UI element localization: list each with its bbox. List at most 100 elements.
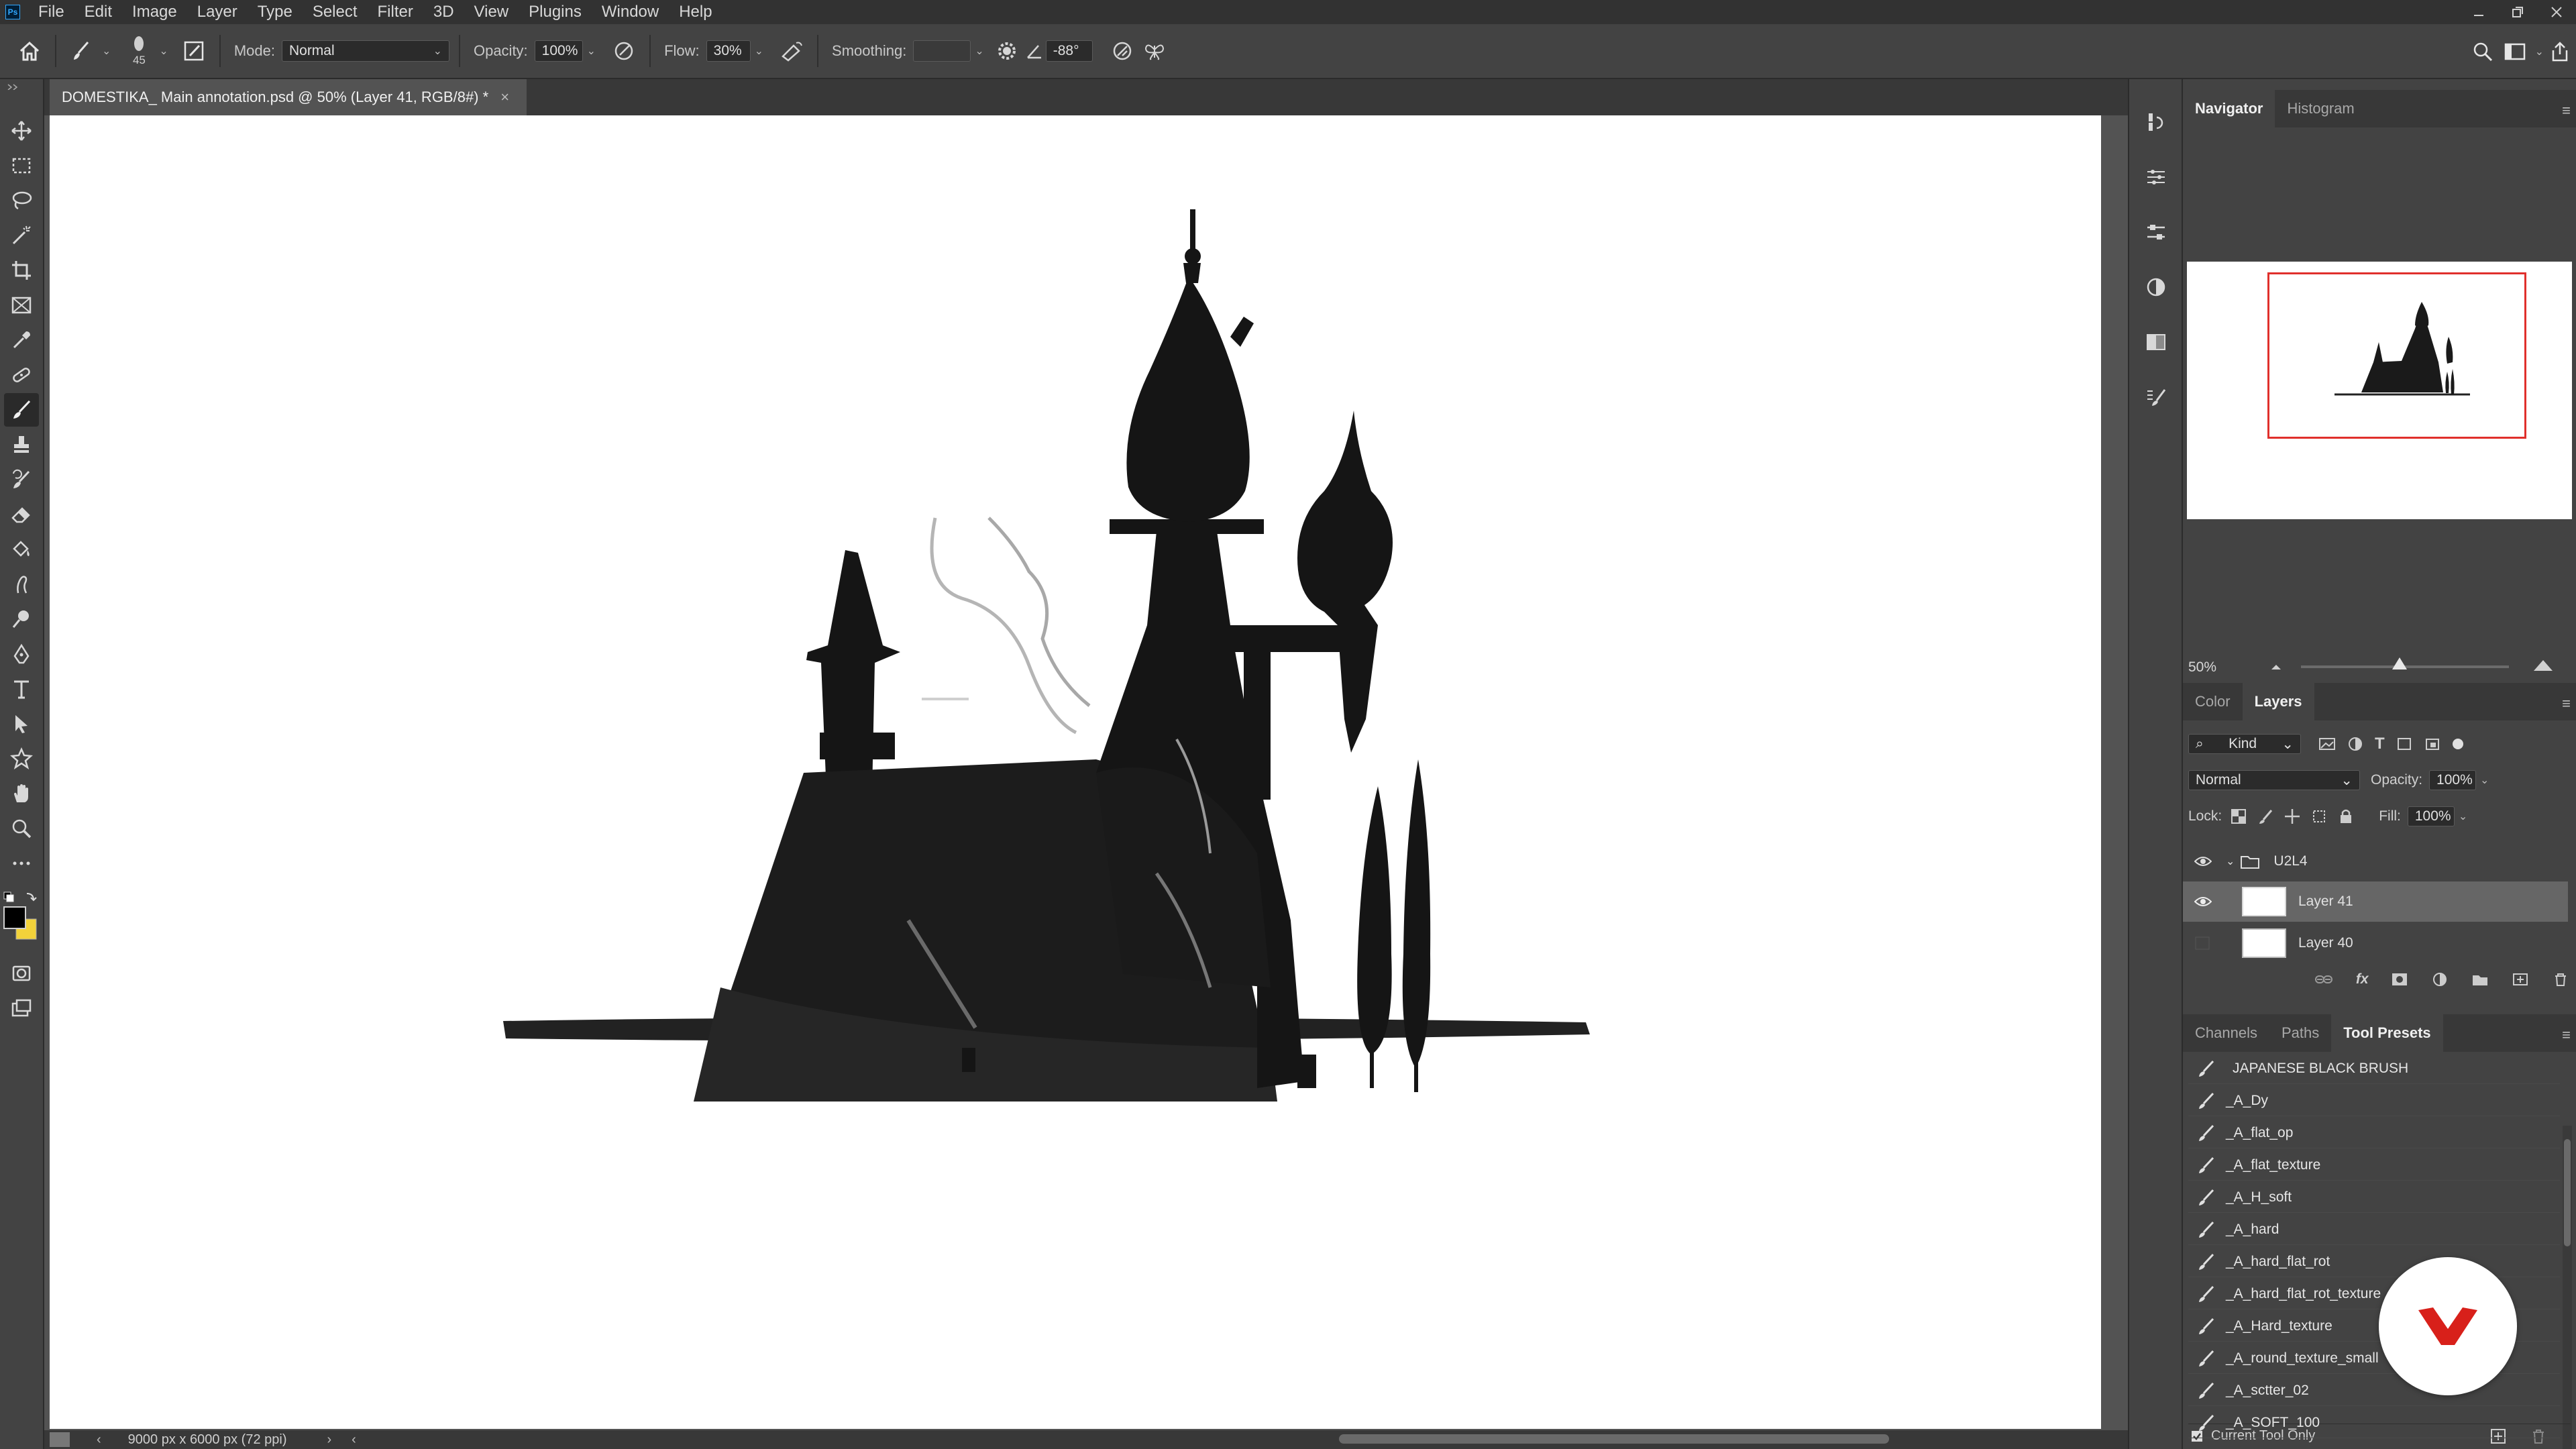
menu-type[interactable]: Type bbox=[248, 0, 303, 24]
new-group-folder-icon[interactable] bbox=[2471, 972, 2489, 987]
workspace-switcher-icon[interactable] bbox=[2499, 36, 2531, 68]
eraser-tool-icon[interactable] bbox=[4, 498, 39, 531]
document-tab[interactable]: DOMESTIKA_ Main annotation.psd @ 50% (La… bbox=[50, 79, 527, 115]
gradients-panel-icon[interactable] bbox=[2139, 325, 2174, 360]
filter-type-icon[interactable]: T bbox=[2375, 735, 2385, 753]
chevron-down-icon[interactable]: ⌄ bbox=[755, 44, 763, 58]
filter-smart-object-icon[interactable] bbox=[2424, 737, 2441, 751]
tool-preset-item[interactable]: _A_hard bbox=[2188, 1214, 2560, 1245]
restore-icon[interactable] bbox=[2498, 0, 2537, 24]
zoom-tool-icon[interactable] bbox=[4, 812, 39, 845]
marquee-tool-icon[interactable] bbox=[4, 149, 39, 182]
chevron-down-icon[interactable]: ⌄ bbox=[159, 44, 168, 58]
custom-shape-tool-icon[interactable] bbox=[4, 742, 39, 775]
menu-image[interactable]: Image bbox=[122, 0, 187, 24]
chevron-down-icon[interactable]: ⌄ bbox=[975, 44, 983, 58]
color-wheel-panel-icon[interactable] bbox=[2139, 270, 2174, 305]
menu-plugins[interactable]: Plugins bbox=[519, 0, 592, 24]
chevron-down-icon[interactable]: ⌄ bbox=[102, 44, 111, 58]
status-zoom-box[interactable] bbox=[50, 1432, 70, 1447]
chevron-down-icon[interactable]: ⌄ bbox=[2459, 810, 2467, 823]
menu-layer[interactable]: Layer bbox=[187, 0, 248, 24]
menu-help[interactable]: Help bbox=[669, 0, 722, 24]
fill-field[interactable]: 100% bbox=[2407, 806, 2455, 826]
minimize-icon[interactable] bbox=[2459, 0, 2498, 24]
tab-layers[interactable]: Layers bbox=[2242, 683, 2314, 720]
pressure-size-icon[interactable] bbox=[1106, 35, 1138, 67]
chevron-down-icon[interactable]: ⌄ bbox=[587, 44, 596, 58]
menu-select[interactable]: Select bbox=[303, 0, 368, 24]
tab-histogram[interactable]: Histogram bbox=[2275, 90, 2366, 127]
search-icon[interactable] bbox=[2467, 36, 2499, 68]
lasso-tool-icon[interactable] bbox=[4, 184, 39, 217]
brushes-panel-icon[interactable] bbox=[2139, 380, 2174, 415]
tool-preset-item[interactable]: _A_Dy bbox=[2188, 1085, 2560, 1116]
panel-menu-icon[interactable]: ≡ bbox=[2562, 1026, 2571, 1044]
menu-filter[interactable]: Filter bbox=[368, 0, 423, 24]
presets-scrollbar[interactable] bbox=[2563, 1126, 2572, 1449]
zoom-out-icon[interactable] bbox=[2269, 661, 2284, 672]
tab-navigator[interactable]: Navigator bbox=[2183, 90, 2275, 127]
blend-mode-dropdown[interactable]: Normal ⌄ bbox=[2188, 770, 2360, 790]
brush-angle-field[interactable]: -88° bbox=[1045, 40, 1093, 62]
move-tool-icon[interactable] bbox=[4, 114, 39, 148]
paint-bucket-tool-icon[interactable] bbox=[4, 533, 39, 566]
scroll-left-icon[interactable]: ‹ bbox=[352, 1432, 356, 1448]
navigator-preview[interactable] bbox=[2187, 262, 2572, 519]
brush-tool-icon[interactable] bbox=[4, 393, 39, 427]
close-icon[interactable]: × bbox=[500, 89, 509, 106]
filter-toggle-icon[interactable] bbox=[2451, 737, 2465, 751]
menu-file[interactable]: File bbox=[28, 0, 74, 24]
path-selection-tool-icon[interactable] bbox=[4, 707, 39, 741]
lock-artboard-icon[interactable] bbox=[2310, 808, 2328, 825]
layer-row-layer-41[interactable]: Layer 41 bbox=[2183, 881, 2568, 922]
visibility-eye-icon[interactable] bbox=[2183, 855, 2223, 867]
type-tool-icon[interactable] bbox=[4, 672, 39, 706]
filter-pixel-icon[interactable] bbox=[2318, 737, 2336, 751]
menu-3d[interactable]: 3D bbox=[423, 0, 464, 24]
dodge-tool-icon[interactable] bbox=[4, 602, 39, 636]
brush-settings-panel-icon[interactable] bbox=[178, 35, 210, 67]
flow-field[interactable]: 30% bbox=[706, 40, 751, 62]
navigator-zoom-value[interactable]: 50% bbox=[2188, 659, 2216, 676]
symmetry-butterfly-icon[interactable] bbox=[1138, 35, 1171, 67]
menu-edit[interactable]: Edit bbox=[74, 0, 122, 24]
zoom-slider-handle[interactable] bbox=[2392, 657, 2407, 669]
tool-preset-item[interactable]: _A_H_soft bbox=[2188, 1182, 2560, 1213]
add-mask-icon[interactable] bbox=[2391, 972, 2408, 987]
home-icon[interactable] bbox=[13, 35, 46, 67]
menu-view[interactable]: View bbox=[464, 0, 519, 24]
layer-style-fx-icon[interactable]: fx bbox=[2356, 971, 2369, 987]
menu-window[interactable]: Window bbox=[592, 0, 669, 24]
zoom-in-icon[interactable] bbox=[2532, 657, 2555, 674]
smoothing-options-gear-icon[interactable] bbox=[991, 35, 1023, 67]
tab-paths[interactable]: Paths bbox=[2269, 1014, 2331, 1052]
chevron-right-icon[interactable]: › bbox=[327, 1432, 332, 1448]
lock-position-icon[interactable] bbox=[2284, 808, 2301, 825]
filter-adjustment-icon[interactable] bbox=[2347, 737, 2364, 751]
link-layers-icon[interactable] bbox=[2314, 972, 2333, 987]
collapse-arrows-icon[interactable] bbox=[5, 83, 39, 90]
lock-transparent-pixels-icon[interactable] bbox=[2230, 808, 2247, 825]
lock-all-icon[interactable] bbox=[2337, 808, 2355, 825]
new-layer-icon[interactable] bbox=[2512, 972, 2529, 987]
lock-image-pixels-icon[interactable] bbox=[2257, 808, 2274, 825]
layer-opacity-field[interactable]: 100% bbox=[2429, 770, 2477, 790]
visibility-toggle-empty[interactable] bbox=[2183, 936, 2223, 951]
document-canvas[interactable] bbox=[50, 115, 2101, 1429]
tool-preset-item[interactable]: JAPANESE BLACK BRUSH bbox=[2188, 1053, 2560, 1084]
tool-preset-item[interactable]: _A_sctter_02 bbox=[2188, 1375, 2560, 1406]
share-icon[interactable] bbox=[2544, 36, 2576, 68]
tool-preset-item[interactable]: _A_flat_texture bbox=[2188, 1150, 2560, 1181]
chevron-down-icon[interactable]: ⌄ bbox=[2480, 773, 2489, 787]
layer-filter-dropdown[interactable]: ⌕ Kind ⌄ bbox=[2188, 734, 2301, 754]
brush-size-picker[interactable]: 45 bbox=[123, 35, 155, 67]
airbrush-icon[interactable] bbox=[775, 35, 808, 67]
frame-tool-icon[interactable] bbox=[4, 288, 39, 322]
tab-color[interactable]: Color bbox=[2183, 683, 2243, 720]
panel-menu-icon[interactable]: ≡ bbox=[2562, 695, 2571, 712]
mode-dropdown[interactable]: Normal ⌄ bbox=[281, 40, 449, 62]
history-panel-icon[interactable] bbox=[2139, 105, 2174, 140]
scrollbar-thumb[interactable] bbox=[1339, 1434, 1889, 1444]
horizontal-scrollbar[interactable] bbox=[373, 1430, 2131, 1449]
